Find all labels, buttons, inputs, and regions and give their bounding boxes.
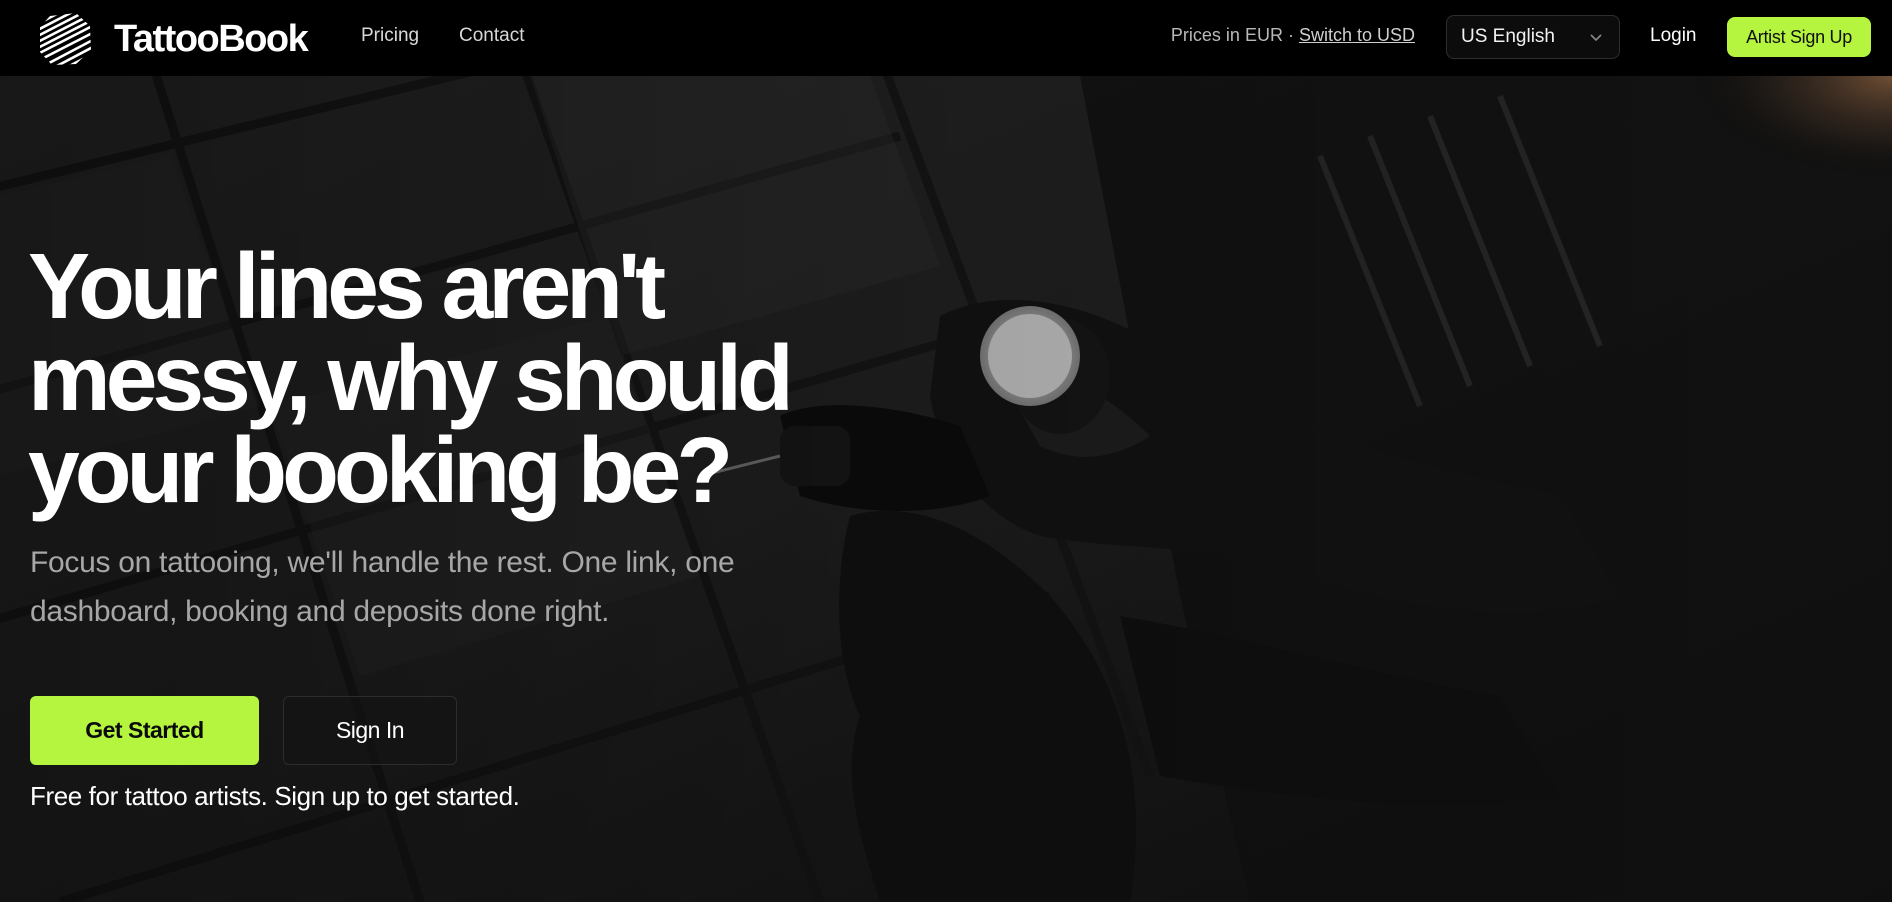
brand-logo-icon xyxy=(40,13,91,65)
login-link[interactable]: Login xyxy=(1650,25,1697,47)
top-navbar: TattooBook Pricing Contact Prices in EUR… xyxy=(0,0,1892,76)
nav-link-pricing[interactable]: Pricing xyxy=(361,25,419,47)
hero-subtitle: Focus on tattooing, we'll handle the res… xyxy=(30,546,735,628)
get-started-button[interactable]: Get Started xyxy=(30,696,259,765)
nav-link-contact[interactable]: Contact xyxy=(459,25,524,47)
switch-currency-link[interactable]: Switch to USD xyxy=(1299,25,1415,45)
currency-info: Prices in EUR · Switch to USD xyxy=(1171,25,1415,46)
free-for-artists-note: Free for tattoo artists. Sign up to get … xyxy=(30,781,520,811)
hero-headline: Your lines aren't messy, why should your… xyxy=(28,234,794,522)
sign-in-button[interactable]: Sign In xyxy=(283,696,457,765)
brand-link[interactable]: TattooBook xyxy=(36,10,309,68)
language-select-value: US English xyxy=(1461,26,1555,47)
chevron-down-icon xyxy=(1590,34,1602,42)
currency-label: Prices in EUR · xyxy=(1170,25,1299,45)
hero-section: Your lines aren't messy, why should your… xyxy=(0,76,1892,902)
artist-signup-button[interactable]: Artist Sign Up xyxy=(1727,17,1871,57)
brand-name: TattooBook xyxy=(114,17,309,60)
language-select[interactable]: US English xyxy=(1446,15,1620,59)
